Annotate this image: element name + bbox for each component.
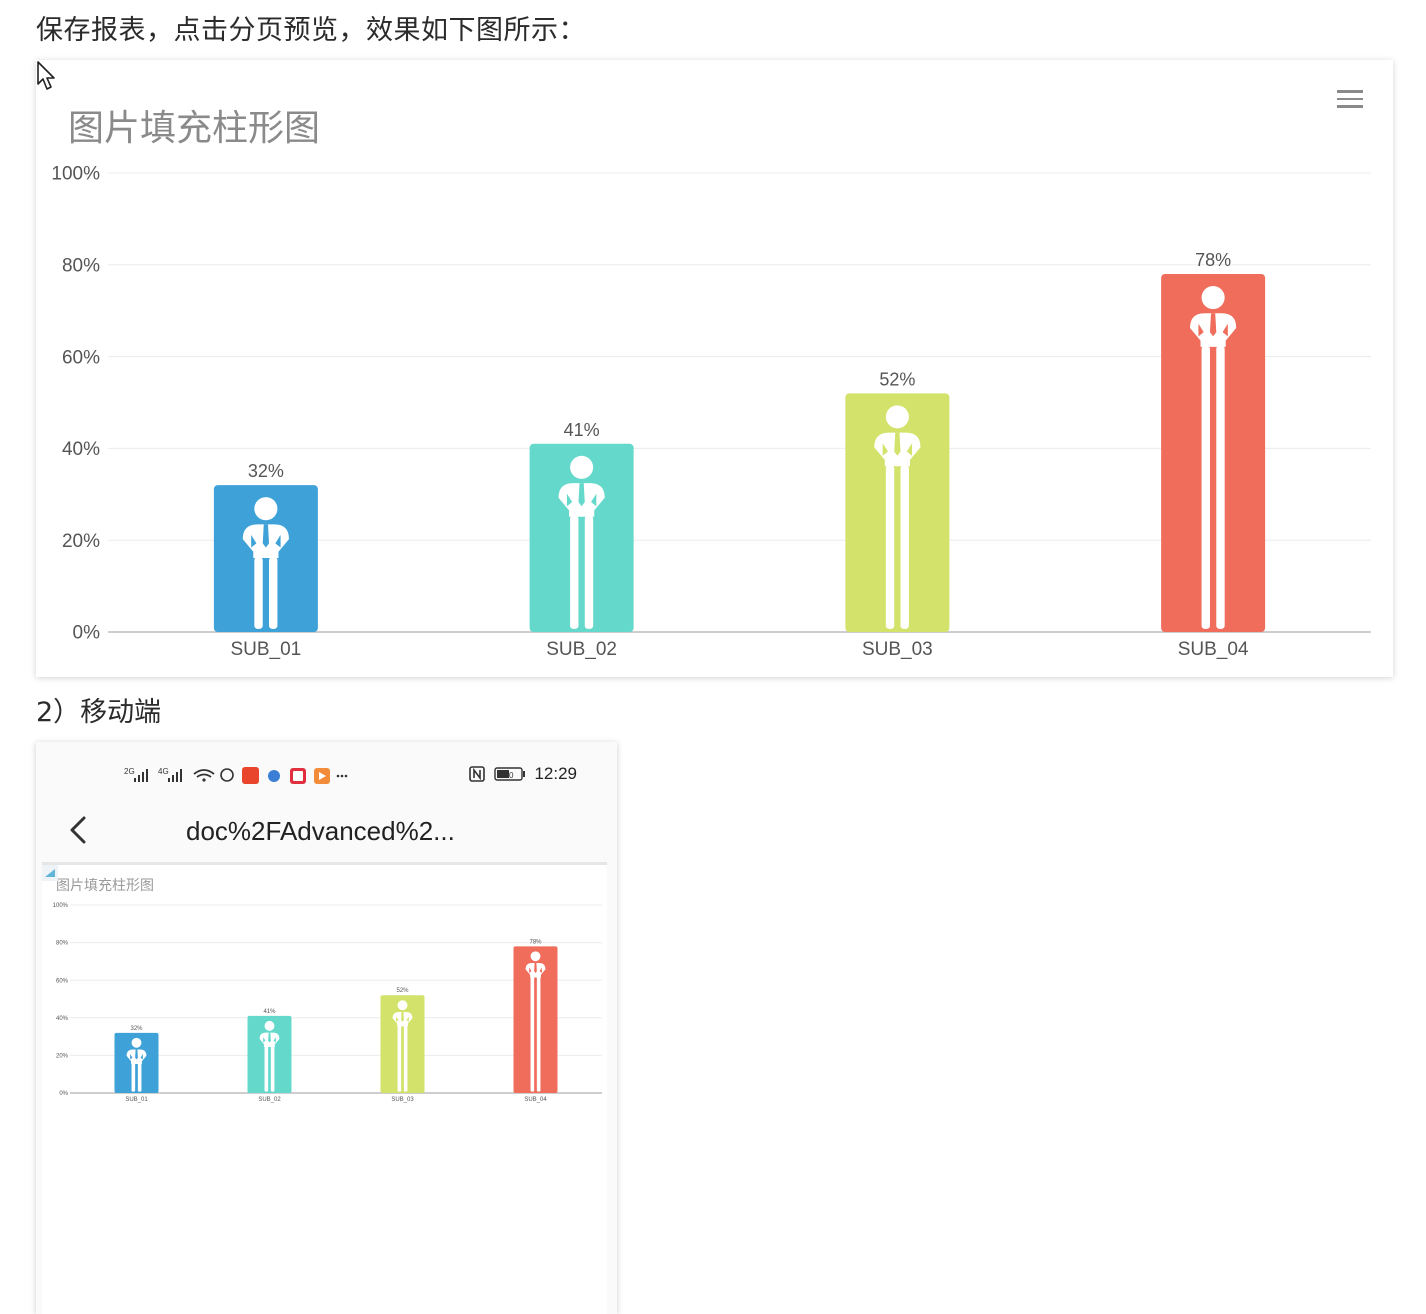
svg-text:2G: 2G [124, 767, 135, 776]
x-tick-label: SUB_01 [125, 1097, 148, 1103]
x-tick-label: SUB_04 [1178, 639, 1249, 660]
bar-group-sub_03[interactable] [845, 393, 950, 632]
mobile-screenshot: 2G 4G 50 12:29 doc%2FAdvanced%2... 图片填充柱… [36, 742, 617, 1314]
x-tick-label: SUB_01 [230, 639, 301, 660]
value-label: 41% [263, 1009, 276, 1015]
mouse-pointer-icon [37, 61, 55, 90]
bar-group-sub_03[interactable] [380, 995, 425, 1093]
y-tick-label: 40% [56, 1016, 69, 1022]
x-tick-label: SUB_02 [258, 1097, 281, 1103]
value-label: 32% [248, 461, 284, 481]
bar[interactable] [845, 393, 950, 632]
bar-group-sub_04[interactable] [1161, 273, 1266, 632]
y-tick-label: 80% [62, 255, 100, 276]
svg-text:4G: 4G [158, 767, 169, 776]
bar-group-sub_01[interactable] [213, 485, 318, 632]
y-tick-label: 100% [51, 164, 100, 185]
bar-group-sub_02[interactable] [247, 1015, 292, 1093]
mobile-chart-card: 图片填充柱形图 0% 20% 40% 60% 80% 100% 32% SUB_01 41% SUB… [42, 865, 607, 1314]
svg-text:50: 50 [505, 771, 514, 780]
chart-title: 图片填充柱形图 [68, 108, 320, 149]
y-tick-label: 40% [62, 439, 100, 460]
y-tick-label: 0% [59, 1091, 68, 1097]
mobile-chart-menu-icon[interactable] [42, 865, 58, 881]
y-tick-label: 60% [56, 978, 69, 984]
bar-group-sub_04[interactable] [513, 946, 558, 1093]
desktop-chart-svg: 图片填充柱形图 0% 20% 40% 60% 80% 100% 32% SUB_01 41% SUB… [51, 108, 1371, 660]
y-tick-label: 80% [56, 941, 69, 947]
nav-title: doc%2FAdvanced%2... [186, 816, 455, 846]
x-tick-label: SUB_02 [546, 639, 617, 660]
chart-title: 图片填充柱形图 [56, 878, 154, 894]
y-tick-label: 100% [53, 903, 69, 909]
status-time: 12:29 [534, 764, 577, 783]
y-tick-label: 20% [62, 531, 100, 552]
intro-text: 保存报表，点击分页预览，效果如下图所示： [36, 15, 586, 46]
value-label: 78% [1195, 250, 1231, 270]
x-tick-label: SUB_03 [862, 639, 933, 660]
section-title: 2）移动端 [36, 697, 162, 728]
bar-group-sub_01[interactable] [114, 1032, 159, 1093]
y-tick-label: 20% [56, 1054, 69, 1060]
value-label: 78% [529, 939, 542, 945]
y-tick-label: 0% [73, 623, 101, 644]
battery-icon: 50 [494, 767, 526, 781]
status-bar: 2G 4G 50 12:29 [36, 760, 617, 790]
status-right: 50 12:29 [468, 764, 577, 784]
nfc-icon [469, 766, 486, 782]
desktop-chart-card: 图片填充柱形图 0% 20% 40% 60% 80% 100% 32% SUB_01 41% SUB… [36, 60, 1393, 677]
bar-group-sub_02[interactable] [529, 443, 634, 632]
menu-icon[interactable] [1337, 90, 1363, 112]
x-tick-label: SUB_03 [391, 1097, 414, 1103]
mobile-chart-svg: 图片填充柱形图 0% 20% 40% 60% 80% 100% 32% SUB_01 41% SUB… [53, 878, 602, 1103]
value-label: 52% [879, 369, 915, 389]
x-tick-label: SUB_04 [524, 1097, 547, 1103]
nav-bar: doc%2FAdvanced%2... [36, 802, 617, 862]
value-label: 52% [396, 988, 409, 994]
status-icons: 2G 4G [124, 767, 348, 784]
back-icon[interactable] [64, 812, 94, 848]
y-tick-label: 60% [62, 347, 100, 368]
value-label: 41% [564, 420, 600, 440]
value-label: 32% [130, 1026, 143, 1032]
